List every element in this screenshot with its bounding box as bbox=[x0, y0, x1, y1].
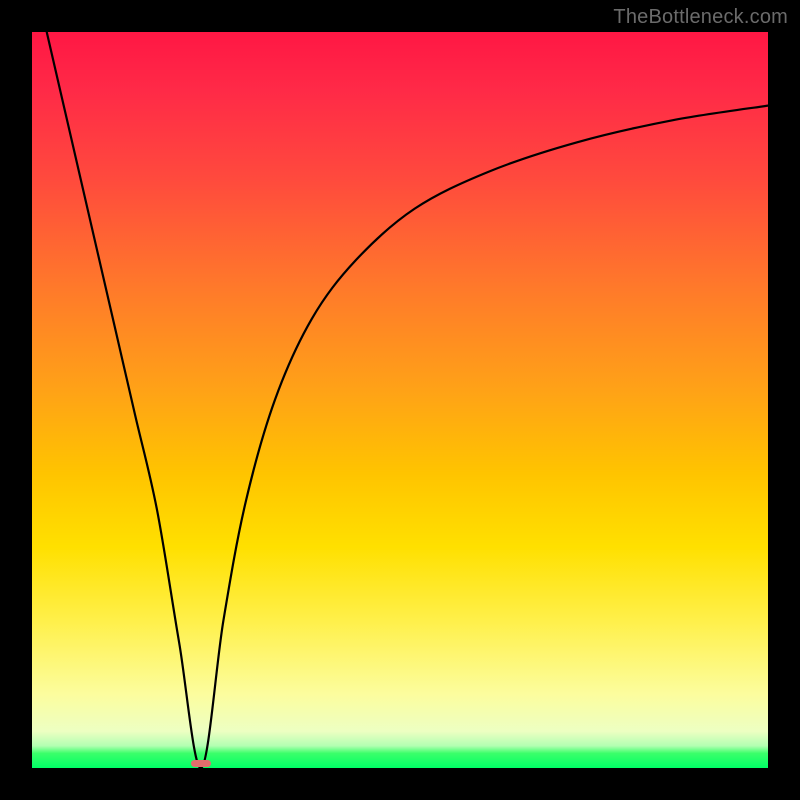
plot-area bbox=[32, 32, 768, 768]
optimal-marker bbox=[191, 760, 211, 767]
chart-frame: TheBottleneck.com bbox=[0, 0, 800, 800]
bottleneck-curve bbox=[32, 32, 768, 768]
curve-path bbox=[47, 32, 768, 768]
watermark-text: TheBottleneck.com bbox=[613, 6, 788, 29]
